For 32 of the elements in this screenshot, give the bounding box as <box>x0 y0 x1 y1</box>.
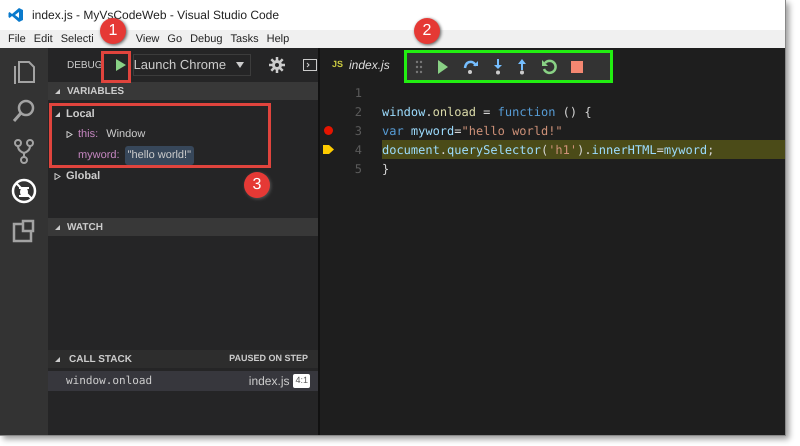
code-line: window.onload = function () { <box>382 104 593 120</box>
variable-value[interactable]: "hello world!" <box>124 146 194 165</box>
variable-value[interactable]: Window <box>103 125 148 144</box>
menu-item[interactable]: Tasks <box>226 30 263 48</box>
line-number: 5 <box>354 160 363 178</box>
call-stack-frame[interactable]: window.onload index.js 4:1 <box>48 371 318 391</box>
menu-item[interactable]: Edit <box>30 30 57 48</box>
frame-file: index.js <box>248 373 290 390</box>
section-header[interactable]: WATCH <box>48 218 318 236</box>
menu-item[interactable]: File <box>4 30 30 48</box>
frame-position: 4:1 <box>293 374 310 388</box>
section-header[interactable]: VARIABLES <box>48 82 318 100</box>
scope-label[interactable]: Global <box>66 168 100 184</box>
line-number: 3 <box>354 122 363 140</box>
menu-item[interactable]: Help <box>262 30 294 48</box>
line-number: 2 <box>354 104 363 120</box>
menu-item[interactable]: Go <box>163 30 186 48</box>
editor-tab[interactable]: JS index.js <box>320 48 785 82</box>
line-number: 1 <box>354 84 363 102</box>
scope-label[interactable]: Local <box>66 106 95 122</box>
variable-name[interactable]: myword: <box>78 147 120 164</box>
section-header[interactable]: CALL STACK PAUSED ON STEP <box>48 350 318 368</box>
configuration-dropdown[interactable]: Launch Chrome <box>132 54 251 76</box>
menu-item[interactable]: View <box>132 30 164 48</box>
call-stack-status: PAUSED ON STEP <box>229 352 308 366</box>
menu-item[interactable]: Selecti <box>56 30 98 48</box>
code-line: } <box>382 160 390 178</box>
menu-item[interactable]: Debug <box>186 30 226 48</box>
line-number: 4 <box>354 142 363 158</box>
code-line: var myword="hello world!" <box>382 122 564 140</box>
variable-name[interactable]: this: <box>78 126 98 143</box>
debug-title: DEBUG <box>67 58 103 72</box>
